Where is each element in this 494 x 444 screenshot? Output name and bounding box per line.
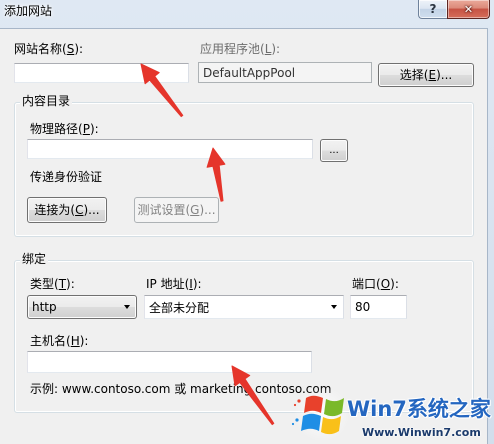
type-value: http [32, 300, 57, 314]
browse-button[interactable]: ... [320, 139, 348, 162]
content-directory-title: 内容目录 [20, 94, 73, 108]
host-name-input[interactable] [27, 351, 312, 373]
mnemonic-underline: T [58, 277, 67, 291]
dialog-body: 网站名称(S): 应用程序池(L): DefaultAppPool 选择(E).… [0, 28, 488, 444]
app-pool-value: DefaultAppPool [203, 65, 296, 80]
ip-address-select[interactable]: 全部未分配 [144, 295, 344, 319]
select-app-pool-button[interactable]: 选择(E)... [378, 63, 474, 87]
connect-as-button-label: 连接为(C)... [34, 203, 100, 217]
port-value: 80 [355, 300, 371, 314]
port-label: 端口(O): [352, 277, 399, 291]
dropdown-arrow-icon [331, 305, 337, 309]
mnemonic-underline: E [428, 68, 437, 82]
host-name-label: 主机名(H): [30, 334, 89, 348]
window-title: 添加网站 [4, 4, 53, 18]
site-name-label: 网站名称(S): [14, 42, 84, 56]
pass-through-auth-label: 传递身份验证 [30, 170, 103, 184]
type-select[interactable]: http [27, 295, 137, 319]
ip-address-value: 全部未分配 [149, 300, 210, 315]
mnemonic-underline: I [189, 277, 193, 291]
app-pool-field[interactable]: DefaultAppPool [198, 62, 372, 83]
close-icon: ✕ [463, 2, 474, 16]
site-name-input[interactable] [14, 63, 189, 83]
binding-title: 绑定 [20, 252, 49, 266]
host-name-example: 示例: www.contoso.com 或 marketing.contoso.… [30, 382, 332, 396]
mnemonic-underline: G [190, 203, 200, 217]
mnemonic-underline: S [66, 42, 75, 56]
content-directory-group: 内容目录 物理路径(P): ... 传递身份验证 连接为(C)... 测试设置(… [14, 94, 474, 237]
binding-group: 绑定 类型(T): http IP 地址(I): 全部未分配 端口(O): 80… [14, 252, 474, 413]
dropdown-arrow-icon [124, 305, 130, 309]
mnemonic-underline: P [82, 122, 90, 136]
ip-address-label: IP 地址(I): [146, 277, 202, 291]
help-icon: ? [429, 2, 437, 16]
close-button[interactable]: ✕ [447, 0, 490, 19]
type-label: 类型(T): [30, 277, 75, 291]
test-settings-button[interactable]: 测试设置(G)... [134, 197, 219, 223]
physical-path-label: 物理路径(P): [30, 122, 99, 136]
title-bar[interactable]: 添加网站 ? ✕ [0, 0, 494, 28]
select-app-pool-button-label: 选择(E)... [399, 68, 453, 82]
mnemonic-underline: L [264, 42, 272, 56]
help-button[interactable]: ? [418, 0, 447, 19]
physical-path-input[interactable] [27, 139, 313, 159]
app-pool-label: 应用程序池(L): [200, 42, 281, 56]
test-settings-button-label: 测试设置(G)... [137, 203, 216, 217]
browse-button-label: ... [329, 144, 339, 156]
mnemonic-underline: H [70, 334, 80, 348]
port-input[interactable]: 80 [350, 295, 407, 319]
connect-as-button[interactable]: 连接为(C)... [27, 197, 107, 223]
mnemonic-underline: O [380, 277, 391, 291]
mnemonic-underline: C [75, 203, 84, 217]
